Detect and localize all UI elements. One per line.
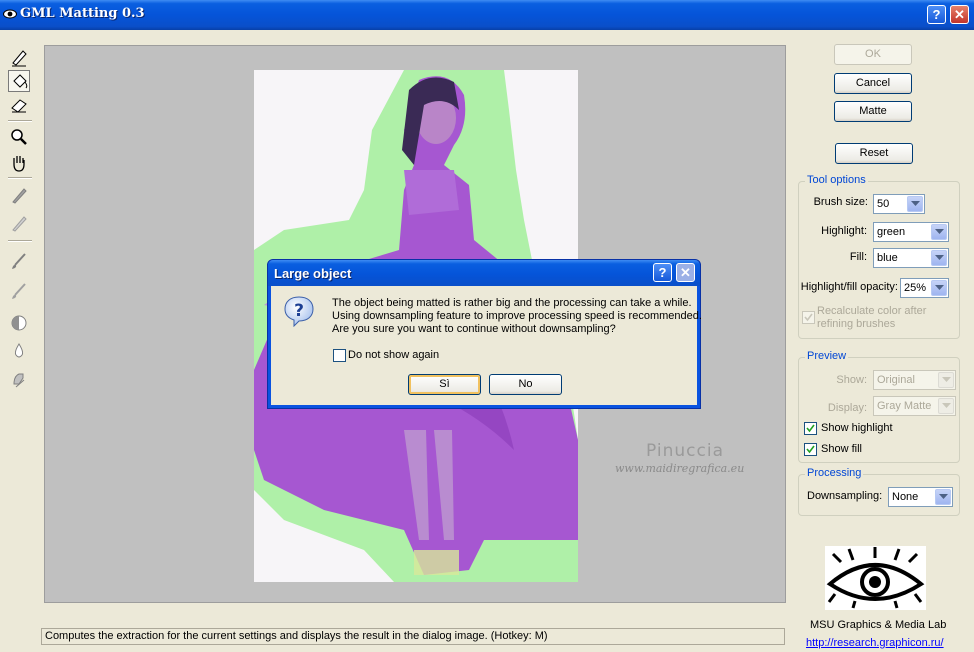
chevron-down-icon[interactable]	[935, 489, 951, 505]
close-button[interactable]: ✕	[950, 5, 969, 24]
show-fill-checkbox[interactable]	[804, 443, 817, 456]
toolbar-divider	[8, 240, 32, 242]
msu-eye-logo	[825, 546, 926, 610]
brush-tool-icon[interactable]	[8, 250, 30, 272]
dialog-message-line: Using downsampling feature to improve pr…	[332, 310, 702, 322]
chevron-down-icon[interactable]	[931, 250, 947, 266]
chevron-down-icon[interactable]	[931, 224, 947, 240]
do-not-show-checkbox[interactable]	[333, 349, 346, 362]
preview-title: Preview	[805, 350, 849, 362]
downsampling-label: Downsampling:	[807, 490, 883, 502]
smudge-tool-icon[interactable]	[8, 368, 30, 390]
hand-tool-icon[interactable]	[8, 152, 30, 174]
fill-color-select[interactable]: blue	[873, 248, 949, 268]
dialog-title-bar: Large object ? ✕	[268, 260, 700, 286]
brush-size-select[interactable]: 50	[873, 194, 925, 214]
show-select[interactable]: Original	[873, 370, 956, 390]
show-highlight-checkbox[interactable]	[804, 422, 817, 435]
dialog-message-line: Are you sure you want to continue withou…	[332, 323, 616, 335]
fill-bucket-tool-icon[interactable]	[8, 70, 30, 92]
processing-title: Processing	[805, 467, 864, 479]
recalculate-label-line1: Recalculate color after	[817, 305, 927, 317]
chevron-down-icon[interactable]	[931, 280, 947, 296]
ok-button[interactable]: OK	[834, 44, 912, 65]
fill-value: blue	[877, 252, 898, 264]
display-value: Gray Matte	[877, 400, 932, 412]
highlight-label: Highlight:	[821, 225, 867, 237]
highlighter-tool-icon[interactable]	[8, 46, 30, 68]
opacity-select[interactable]: 25%	[900, 278, 949, 298]
opacity-label: Highlight/fill opacity:	[800, 281, 898, 293]
toolbar-divider	[8, 177, 32, 179]
toolbar-divider	[8, 120, 32, 122]
dialog-title: Large object	[274, 266, 352, 281]
chevron-down-icon[interactable]	[907, 196, 923, 212]
watermark-title: Pinuccia	[646, 441, 724, 461]
dialog-body: ? The object being matted is rather big …	[271, 286, 702, 405]
tool-palette	[4, 44, 34, 396]
eraser-tool-icon[interactable]	[8, 94, 30, 116]
display-select[interactable]: Gray Matte	[873, 396, 956, 416]
dialog-close-button[interactable]: ✕	[676, 263, 695, 282]
recalculate-label-line2: refining brushes	[817, 318, 896, 330]
show-label: Show:	[836, 374, 867, 386]
matte-button[interactable]: Matte	[834, 101, 912, 122]
recalculate-checkbox[interactable]	[802, 311, 815, 324]
eye-app-icon	[3, 9, 17, 19]
do-not-show-label: Do not show again	[348, 349, 440, 361]
watermark-url: www.maidiregrafica.eu	[615, 462, 745, 475]
highlight-color-select[interactable]: green	[873, 222, 949, 242]
brush-light-tool-icon[interactable]	[8, 280, 30, 302]
chevron-down-icon[interactable]	[938, 398, 954, 414]
show-fill-label: Show fill	[821, 443, 862, 455]
zoom-tool-icon[interactable]	[8, 126, 30, 148]
contrast-tool-icon[interactable]	[8, 312, 30, 334]
pencil-tool-icon[interactable]	[8, 184, 30, 206]
status-bar: Computes the extraction for the current …	[41, 628, 785, 645]
tool-options-title: Tool options	[805, 174, 868, 186]
yes-button[interactable]: Sì	[408, 374, 481, 395]
title-bar: GML Matting 0.3 ? ✕	[0, 0, 974, 30]
brush-size-label: Brush size:	[813, 196, 868, 208]
dialog-message-line: The object being matted is rather big an…	[332, 297, 692, 309]
fill-label: Fill:	[849, 251, 867, 263]
lab-url-link[interactable]: http://research.graphicon.ru/	[806, 637, 944, 649]
reset-button[interactable]: Reset	[835, 143, 913, 164]
brush-size-value: 50	[877, 198, 890, 210]
window-title: GML Matting 0.3	[20, 6, 145, 21]
dialog-help-button[interactable]: ?	[653, 263, 672, 282]
dialog-message: The object being matted is rather big an…	[332, 297, 702, 336]
help-button[interactable]: ?	[927, 5, 946, 24]
large-object-dialog: Large object ? ✕ ? The object being matt…	[267, 259, 702, 409]
downsampling-select[interactable]: None	[888, 487, 953, 507]
cancel-button[interactable]: Cancel	[834, 73, 912, 94]
downsampling-value: None	[892, 491, 919, 503]
opacity-value: 25%	[904, 282, 927, 294]
show-highlight-label: Show highlight	[821, 422, 893, 434]
drop-tool-icon[interactable]	[8, 340, 30, 362]
display-label: Display:	[827, 402, 867, 414]
no-button[interactable]: No	[489, 374, 562, 395]
chevron-down-icon[interactable]	[938, 372, 954, 388]
svg-text:?: ?	[294, 301, 304, 321]
lab-name: MSU Graphics & Media Lab	[810, 619, 947, 631]
highlight-value: green	[877, 226, 906, 238]
pencil-light-tool-icon[interactable]	[8, 212, 30, 234]
question-icon: ?	[284, 296, 314, 327]
show-value: Original	[877, 374, 915, 386]
